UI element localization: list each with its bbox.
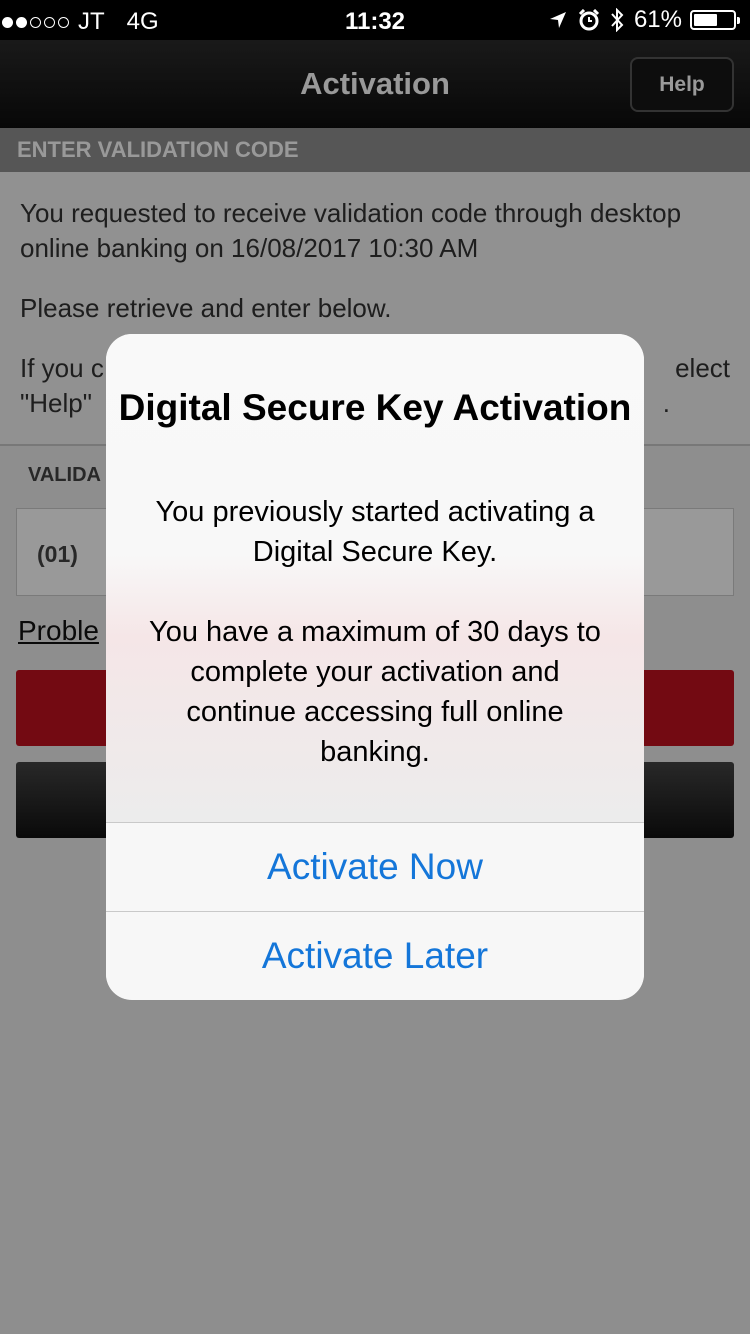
activate-later-button[interactable]: Activate Later: [106, 911, 644, 999]
alarm-clock-icon: [578, 9, 600, 31]
alert-message-2: You have a maximum of 30 days to complet…: [149, 616, 601, 768]
battery-percent: 61%: [633, 6, 682, 33]
status-right: 61%: [538, 6, 740, 34]
status-bar: JT 4G 11:32 61%: [0, 0, 750, 40]
location-arrow-icon: [549, 12, 566, 28]
alert-message: You previously started activating a Digi…: [106, 492, 644, 772]
activation-alert-dialog: Digital Secure Key Activation You previo…: [106, 334, 644, 1000]
battery-icon: [690, 10, 740, 30]
alert-body: Digital Secure Key Activation You previo…: [106, 334, 644, 822]
activate-now-button[interactable]: Activate Now: [106, 822, 644, 910]
bluetooth-icon: [611, 8, 624, 32]
alert-message-1: You previously started activating a Digi…: [155, 496, 595, 568]
alert-title: Digital Secure Key Activation: [118, 387, 632, 428]
